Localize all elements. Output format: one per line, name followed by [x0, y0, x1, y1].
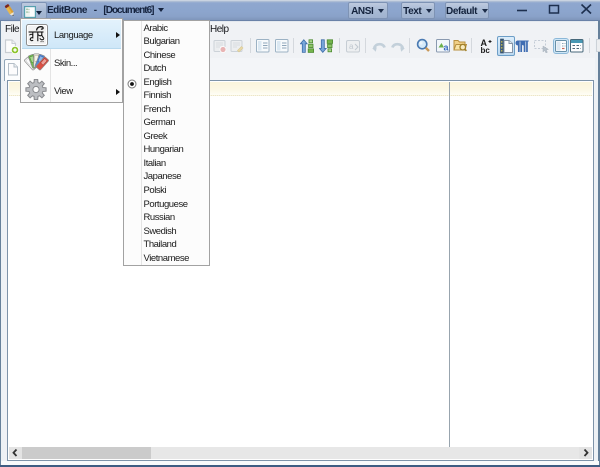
svg-text:bc: bc — [481, 46, 491, 53]
svg-text:a: a — [349, 42, 354, 51]
